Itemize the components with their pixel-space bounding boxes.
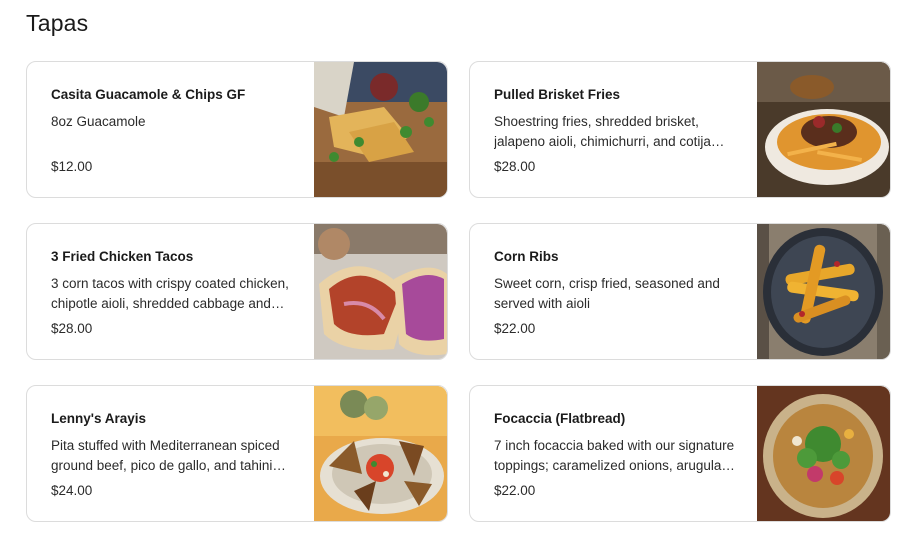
menu-item-name: 3 Fried Chicken Tacos: [51, 249, 194, 264]
menu-item-description: Sweet corn, crisp fried, seasoned and se…: [494, 276, 720, 311]
menu-item-card[interactable]: 3 Fried Chicken Tacos 3 corn tacos with …: [26, 223, 448, 360]
menu-item-name: Focaccia (Flatbread): [494, 411, 626, 426]
menu-item-price: $22.00: [494, 483, 536, 498]
menu-item-description: Pita stuffed with Mediterranean spiced g…: [51, 438, 280, 473]
section-title: Tapas: [26, 10, 89, 36]
menu-item-card[interactable]: Corn Ribs Sweet corn, crisp fried, seaso…: [469, 223, 891, 360]
chicken-tacos-photo: [314, 224, 447, 359]
menu-item-name: Corn Ribs: [494, 249, 559, 264]
brisket-fries-photo: [757, 62, 890, 197]
menu-item-info: Casita Guacamole & Chips GF 8oz Guacamol…: [51, 86, 296, 186]
menu-item-price: $22.00: [494, 321, 536, 336]
menu-item-description: 8oz Guacamole: [51, 114, 146, 129]
menu-item-info: 3 Fried Chicken Tacos 3 corn tacos with …: [51, 248, 296, 348]
guacamole-chips-photo: [314, 62, 447, 197]
menu-item-info: Corn Ribs Sweet corn, crisp fried, seaso…: [494, 248, 739, 348]
menu-item-description: Shoestring fries, shredded brisket, jala…: [494, 114, 711, 149]
menu-section: Tapas Casita Guacamole & Chips GF 8oz Gu…: [0, 0, 921, 539]
menu-item-card[interactable]: Focaccia (Flatbread) 7 inch focaccia bak…: [469, 385, 891, 522]
menu-item-card[interactable]: Pulled Brisket Fries Shoestring fries, s…: [469, 61, 891, 198]
menu-item-card[interactable]: Casita Guacamole & Chips GF 8oz Guacamol…: [26, 61, 448, 198]
menu-item-info: Pulled Brisket Fries Shoestring fries, s…: [494, 86, 739, 186]
menu-item-price: $28.00: [494, 159, 536, 174]
menu-item-name: Casita Guacamole & Chips GF: [51, 87, 246, 102]
menu-item-description: 7 inch focaccia baked with our signature…: [494, 438, 735, 473]
menu-item-price: $12.00: [51, 159, 93, 174]
menu-item-name: Pulled Brisket Fries: [494, 87, 621, 102]
focaccia-photo: [757, 386, 890, 521]
menu-item-description: 3 corn tacos with crispy coated chicken,…: [51, 276, 289, 311]
menu-item-info: Lenny's Arayis Pita stuffed with Mediter…: [51, 410, 296, 510]
menu-item-info: Focaccia (Flatbread) 7 inch focaccia bak…: [494, 410, 739, 510]
menu-item-price: $28.00: [51, 321, 93, 336]
menu-item-name: Lenny's Arayis: [51, 411, 147, 426]
arayis-photo: [314, 386, 447, 521]
menu-item-card[interactable]: Lenny's Arayis Pita stuffed with Mediter…: [26, 385, 448, 522]
corn-ribs-photo: [757, 224, 890, 359]
menu-item-price: $24.00: [51, 483, 93, 498]
